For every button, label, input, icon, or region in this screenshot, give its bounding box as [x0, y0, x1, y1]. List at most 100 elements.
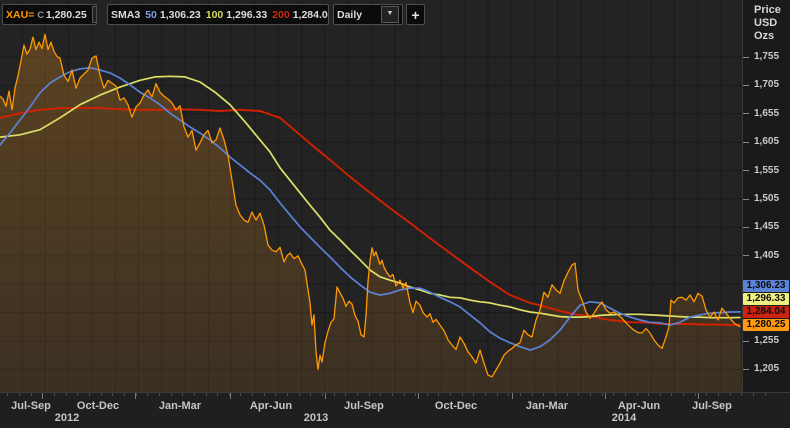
- time-axis-minor-tick: [159, 393, 160, 396]
- time-axis-quarter-label: Oct-Dec: [435, 400, 477, 412]
- instrument-dropdown-icon[interactable]: ▼: [92, 6, 97, 23]
- time-axis-minor-tick: [264, 393, 265, 396]
- time-axis-minor-tick: [485, 393, 486, 396]
- price-axis-label: 1,405: [754, 250, 779, 261]
- time-axis-minor-tick: [217, 393, 218, 396]
- last-price-flag: 1,284.04: [743, 306, 789, 318]
- time-axis-minor-tick: [730, 393, 731, 396]
- time-axis-minor-tick: [671, 393, 672, 396]
- price-axis-tick: [743, 369, 749, 370]
- time-axis-minor-tick: [462, 393, 463, 396]
- time-axis-quarter-label: Apr-Jun: [250, 400, 292, 412]
- time-axis-minor-tick: [450, 393, 451, 396]
- time-axis-minor-tick: [590, 393, 591, 396]
- time-axis-quarter-label: Jul-Sep: [11, 400, 51, 412]
- price-axis-tick: [743, 85, 749, 86]
- time-axis-quarter-tick: [42, 393, 43, 399]
- price-axis-label: 1,705: [754, 79, 779, 90]
- time-axis-minor-tick: [357, 393, 358, 396]
- sma200-value: 1,284.04: [293, 9, 329, 21]
- time-axis-quarter-label: Jan-Mar: [159, 400, 201, 412]
- last-price-flag: 1,280.25: [743, 319, 789, 331]
- time-axis-quarter-tick: [325, 393, 326, 399]
- sma50-value: 1,306.23: [160, 9, 201, 21]
- price-axis-label: 1,555: [754, 165, 779, 176]
- price-axis-tick: [743, 57, 749, 58]
- interval-selector[interactable]: Daily ▼: [333, 4, 403, 25]
- price-axis-label: 1,505: [754, 193, 779, 204]
- price-axis-tick: [743, 255, 749, 256]
- time-axis-minor-tick: [695, 393, 696, 396]
- time-axis-minor-tick: [602, 393, 603, 396]
- axis-title-line: USD: [754, 17, 781, 30]
- time-axis-minor-tick: [275, 393, 276, 396]
- chart-canvas[interactable]: [0, 0, 742, 392]
- time-axis-quarter-label: Jul-Sep: [692, 400, 732, 412]
- instrument-symbol: XAU=: [6, 9, 34, 21]
- time-axis-quarter-label: Jul-Sep: [344, 400, 384, 412]
- price-axis-tick: [743, 142, 749, 143]
- price-axis-label: 1,655: [754, 108, 779, 119]
- time-axis-minor-tick: [706, 393, 707, 396]
- sma-legend[interactable]: SMA3 50 1,306.23 100 1,296.33 200 1,284.…: [107, 4, 329, 25]
- time-axis-minor-tick: [660, 393, 661, 396]
- time-axis-minor-tick: [404, 393, 405, 396]
- axis-title-line: Price: [754, 4, 781, 17]
- sma100-period: 100: [206, 9, 224, 21]
- time-axis-minor-tick: [252, 393, 253, 396]
- time-axis-minor-tick: [369, 393, 370, 396]
- last-price-flag: 1,306.23: [743, 280, 789, 292]
- time-axis-minor-tick: [31, 393, 32, 396]
- plus-icon: +: [411, 7, 419, 23]
- time-axis-minor-tick: [753, 393, 754, 396]
- price-axis-tick: [743, 199, 749, 200]
- price-axis-label: 1,255: [754, 335, 779, 346]
- time-axis-minor-tick: [19, 393, 20, 396]
- time-axis-minor-tick: [89, 393, 90, 396]
- time-axis-year-label: 2014: [612, 412, 636, 424]
- last-price-flag: 1,296.33: [743, 293, 789, 305]
- time-axis-minor-tick: [613, 393, 614, 396]
- time-axis-minor-tick: [147, 393, 148, 396]
- price-axis-label: 1,455: [754, 221, 779, 232]
- time-axis-minor-tick: [438, 393, 439, 396]
- price-axis: Price USD Ozs 1,7551,7051,6551,6051,5551…: [742, 0, 790, 392]
- sma200-period: 200: [272, 9, 290, 21]
- time-axis-minor-tick: [287, 393, 288, 396]
- chart-window: Price USD Ozs 1,7551,7051,6551,6051,5551…: [0, 0, 790, 428]
- time-axis-minor-tick: [194, 393, 195, 396]
- time-axis-minor-tick: [473, 393, 474, 396]
- time-axis-minor-tick: [567, 393, 568, 396]
- time-axis-minor-tick: [497, 393, 498, 396]
- instrument-last-price: 1,280.25: [46, 9, 87, 21]
- time-axis-minor-tick: [415, 393, 416, 396]
- session-indicator: C: [37, 10, 44, 20]
- instrument-selector[interactable]: XAU= C 1,280.25 ▼: [2, 4, 97, 25]
- time-axis-minor-tick: [765, 393, 766, 396]
- add-analysis-button[interactable]: +: [406, 4, 425, 25]
- time-axis-minor-tick: [322, 393, 323, 396]
- time-axis-minor-tick: [240, 393, 241, 396]
- time-axis-minor-tick: [171, 393, 172, 396]
- interval-dropdown-icon[interactable]: ▼: [381, 6, 399, 23]
- price-axis-tick: [743, 227, 749, 228]
- time-axis-minor-tick: [206, 393, 207, 396]
- time-axis-quarter-tick: [135, 393, 136, 399]
- time-axis-minor-tick: [77, 393, 78, 396]
- time-axis-minor-tick: [380, 393, 381, 396]
- price-axis-title: Price USD Ozs: [754, 4, 781, 43]
- time-axis: Jul-SepOct-DecJan-MarApr-JunJul-SepOct-D…: [0, 392, 790, 428]
- sma-legend-name: SMA3: [111, 9, 140, 21]
- time-axis-minor-tick: [392, 393, 393, 396]
- time-axis-minor-tick: [427, 393, 428, 396]
- time-axis-minor-tick: [741, 393, 742, 396]
- time-axis-minor-tick: [648, 393, 649, 396]
- time-axis-minor-tick: [532, 393, 533, 396]
- price-axis-label: 1,605: [754, 136, 779, 147]
- time-axis-minor-tick: [182, 393, 183, 396]
- time-axis-minor-tick: [101, 393, 102, 396]
- time-axis-quarter-tick: [418, 393, 419, 399]
- price-chart-plot[interactable]: [0, 0, 742, 392]
- time-axis-quarter-label: Apr-Jun: [618, 400, 660, 412]
- time-axis-quarter-tick: [698, 393, 699, 399]
